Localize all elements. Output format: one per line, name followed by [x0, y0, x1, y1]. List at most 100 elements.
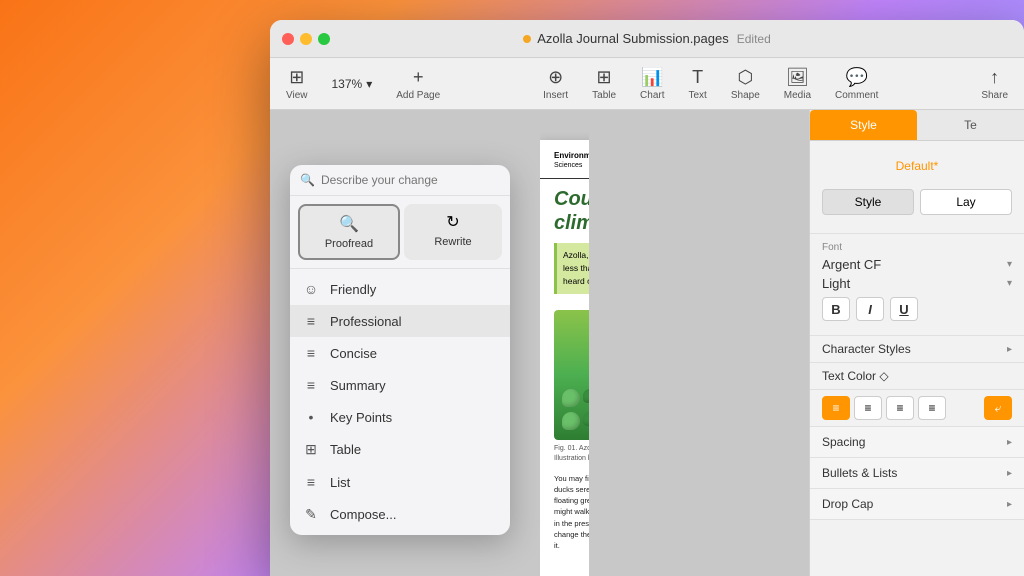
- media-icon: 🖼: [786, 67, 809, 88]
- wt-item-key-points[interactable]: • Key Points: [290, 401, 510, 433]
- spacing-section[interactable]: Spacing ▸: [810, 427, 1024, 458]
- layout-button[interactable]: Lay: [920, 189, 1012, 215]
- wt-item-professional[interactable]: ≡ Professional: [290, 305, 510, 337]
- wt-item-friendly[interactable]: ☺ Friendly: [290, 273, 510, 305]
- toolbar-comment[interactable]: 💬 Comment: [835, 67, 878, 101]
- list-label: List: [330, 475, 350, 490]
- style-button[interactable]: Style: [822, 189, 914, 215]
- wt-item-summary[interactable]: ≡ Summary: [290, 369, 510, 401]
- minimize-button[interactable]: [300, 33, 312, 45]
- align-justify-icon: ≡: [928, 401, 935, 415]
- share-label: Share: [981, 90, 1008, 101]
- friendly-label: Friendly: [330, 282, 376, 297]
- font-weight[interactable]: Light: [822, 276, 850, 291]
- toolbar-shape[interactable]: ⬡ Shape: [731, 67, 760, 101]
- table-wt-icon: ⊞: [302, 441, 320, 458]
- blob-7: [562, 412, 580, 430]
- table-icon: ⊞: [597, 67, 612, 88]
- header-left-subtitle: Sciences: [554, 161, 589, 171]
- default-label: Default*: [822, 151, 1012, 181]
- blob-1: [562, 389, 580, 407]
- bullets-lists-section[interactable]: Bullets & Lists ▸: [810, 458, 1024, 489]
- toolbar-text[interactable]: T Text: [689, 67, 707, 101]
- bullets-lists-chevron-icon: ▸: [1007, 468, 1012, 479]
- toolbar-add-page[interactable]: + Add Page: [396, 67, 440, 101]
- drop-cap-section[interactable]: Drop Cap ▸: [810, 489, 1024, 520]
- font-format-row: B I U: [822, 297, 1012, 321]
- close-button[interactable]: [282, 33, 294, 45]
- align-row: ≡ ≡ ≡ ≡ ⤶: [810, 390, 1024, 427]
- summary-icon: ≡: [302, 377, 320, 393]
- main-area: 🔍 🔍 Proofread ↻ Rewrite ☺: [270, 110, 1024, 576]
- drop-cap-label: Drop Cap: [822, 497, 873, 511]
- indent-button[interactable]: ⤶: [984, 396, 1012, 420]
- bold-button[interactable]: B: [822, 297, 850, 321]
- compose-label: Compose...: [330, 507, 396, 522]
- titlebar: Azolla Journal Submission.pages Edited: [270, 20, 1024, 58]
- describe-change-input[interactable]: [321, 173, 500, 187]
- drop-cap-chevron-icon: ▸: [1007, 499, 1012, 510]
- wt-item-concise[interactable]: ≡ Concise: [290, 337, 510, 369]
- wt-item-list[interactable]: ≡ List: [290, 466, 510, 498]
- proofread-button[interactable]: 🔍 Proofread: [298, 204, 400, 260]
- pages-window: Azolla Journal Submission.pages Edited ⊞…: [270, 20, 1024, 576]
- document-page: Environmental Sciences Sciences Undergra…: [540, 140, 589, 576]
- font-name[interactable]: Argent CF: [822, 257, 881, 272]
- writing-tools-actions: 🔍 Proofread ↻ Rewrite: [290, 196, 510, 269]
- zoom-value: 137%: [332, 77, 363, 91]
- azolla-image: [554, 310, 589, 440]
- text-color-label: Text Color ◇: [822, 369, 889, 383]
- underline-button[interactable]: U: [890, 297, 918, 321]
- document-title: Azolla Journal Submission.pages: [537, 31, 729, 46]
- toolbar: ⊞ View 137% ▾ + Add Page ⊕ Insert ⊞ Tabl…: [270, 58, 1024, 110]
- concise-icon: ≡: [302, 345, 320, 361]
- proofread-icon: 🔍: [339, 214, 359, 234]
- align-right-button[interactable]: ≡: [886, 396, 914, 420]
- shape-label: Shape: [731, 90, 760, 101]
- rewrite-label: Rewrite: [434, 236, 471, 248]
- document-scroll-area[interactable]: Environmental Sciences Sciences Undergra…: [540, 120, 589, 576]
- doc-header: Environmental Sciences Sciences Undergra…: [540, 140, 589, 179]
- view-icon: ⊞: [289, 67, 304, 88]
- char-styles-label: Character Styles: [822, 342, 911, 356]
- align-left-button[interactable]: ≡: [822, 396, 850, 420]
- unsaved-indicator: [523, 35, 531, 43]
- writing-tools-search[interactable]: 🔍: [290, 165, 510, 196]
- align-left-icon: ≡: [832, 401, 839, 415]
- view-label: View: [286, 90, 308, 101]
- chart-icon: 📊: [641, 67, 663, 88]
- toolbar-view[interactable]: ⊞ View: [286, 67, 308, 101]
- chart-label: Chart: [640, 90, 664, 101]
- toolbar-zoom[interactable]: 137% ▾: [332, 77, 373, 91]
- rewrite-button[interactable]: ↻ Rewrite: [404, 204, 502, 260]
- writing-tools-panel: 🔍 🔍 Proofread ↻ Rewrite ☺: [290, 165, 510, 535]
- font-weight-row: Light ▾: [822, 276, 1012, 291]
- fullscreen-button[interactable]: [318, 33, 330, 45]
- style-layout-row: Style Lay: [822, 189, 1012, 215]
- align-justify-button[interactable]: ≡: [918, 396, 946, 420]
- font-label: Font: [822, 242, 1012, 253]
- toolbar-chart[interactable]: 📊 Chart: [640, 67, 664, 101]
- add-page-icon: +: [413, 67, 424, 88]
- friendly-icon: ☺: [302, 281, 320, 297]
- key-points-label: Key Points: [330, 410, 392, 425]
- wt-item-compose[interactable]: ✎ Compose...: [290, 498, 510, 531]
- toolbar-table[interactable]: ⊞ Table: [592, 67, 616, 101]
- search-icon: 🔍: [300, 173, 315, 187]
- italic-button[interactable]: I: [856, 297, 884, 321]
- toolbar-share[interactable]: ↑ Share: [981, 67, 1008, 101]
- tab-style[interactable]: Style: [810, 110, 917, 140]
- tab-layout[interactable]: Te: [917, 110, 1024, 140]
- align-right-icon: ≡: [896, 401, 903, 415]
- panel-tabs: Style Te: [810, 110, 1024, 141]
- toolbar-media[interactable]: 🖼 Media: [784, 67, 811, 101]
- add-page-label: Add Page: [396, 90, 440, 101]
- indent-icon: ⤶: [995, 401, 1002, 416]
- wt-item-table[interactable]: ⊞ Table: [290, 433, 510, 466]
- toolbar-insert[interactable]: ⊕ Insert: [543, 67, 568, 101]
- text-color-row[interactable]: Text Color ◇: [810, 363, 1024, 390]
- align-center-button[interactable]: ≡: [854, 396, 882, 420]
- table-wt-label: Table: [330, 442, 361, 457]
- rewrite-icon: ↻: [446, 212, 459, 232]
- document-area: 🔍 🔍 Proofread ↻ Rewrite ☺: [270, 110, 809, 576]
